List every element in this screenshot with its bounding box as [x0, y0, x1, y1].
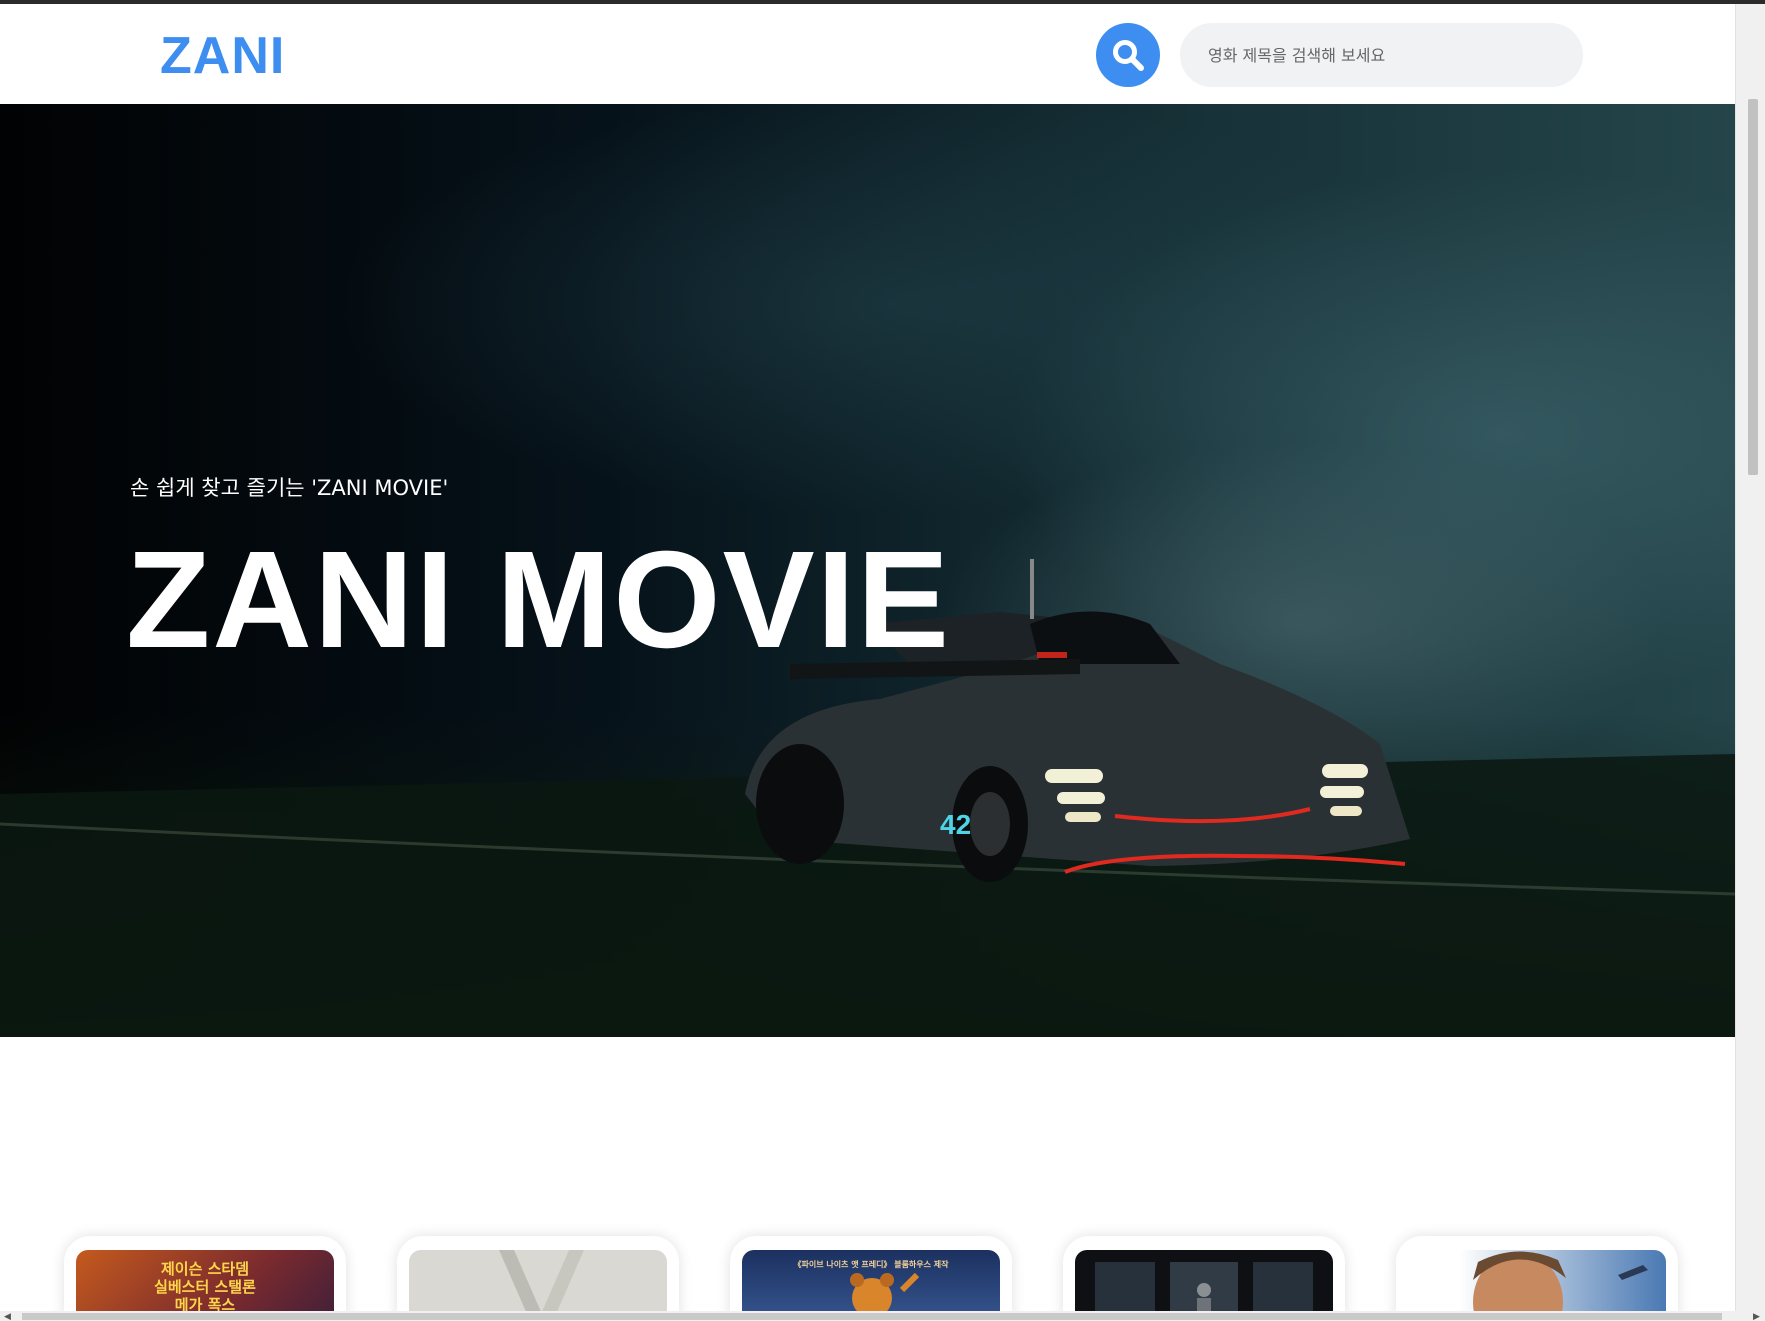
hero-title: ZANI MOVIE [126, 523, 952, 677]
scroll-left-icon[interactable]: ◀ [4, 1311, 11, 1321]
scroll-right-icon[interactable]: ▶ [1753, 1311, 1760, 1321]
hero-banner: 42 손 쉽게 찾고 즐기는 'ZANI MOVIE' ZANI MOVIE [0, 104, 1735, 1037]
vertical-scrollbar[interactable] [1735, 4, 1765, 1313]
site-logo[interactable]: ZANI [160, 26, 285, 86]
site-header: ZANI [0, 4, 1735, 104]
movie-card[interactable] [1063, 1236, 1345, 1321]
movie-list: 제이슨 스타뎀 실베스터 스탤론 메가 폭스 《파이브 나이츠 앳 프레디》 블… [0, 1236, 1735, 1321]
movie-card[interactable]: 제이슨 스타뎀 실베스터 스탤론 메가 폭스 [64, 1236, 346, 1321]
search-input[interactable] [1180, 23, 1583, 87]
vertical-scrollbar-thumb[interactable] [1748, 99, 1758, 475]
poster-title: 제이슨 스타뎀 실베스터 스탤론 메가 폭스 [154, 1260, 256, 1314]
horizontal-scrollbar-thumb[interactable] [22, 1313, 1722, 1320]
horizontal-scrollbar[interactable]: ◀ ▶ [0, 1311, 1765, 1321]
movie-card[interactable] [397, 1236, 679, 1321]
movie-card[interactable]: 《파이브 나이츠 앳 프레디》 블룸하우스 제작 [730, 1236, 1012, 1321]
hero-subtitle: 손 쉽게 찾고 즐기는 'ZANI MOVIE' [130, 476, 449, 500]
car-number: 42 [940, 809, 971, 840]
movie-card[interactable] [1396, 1236, 1678, 1321]
search-button[interactable] [1096, 23, 1160, 87]
search-icon [1113, 40, 1144, 71]
